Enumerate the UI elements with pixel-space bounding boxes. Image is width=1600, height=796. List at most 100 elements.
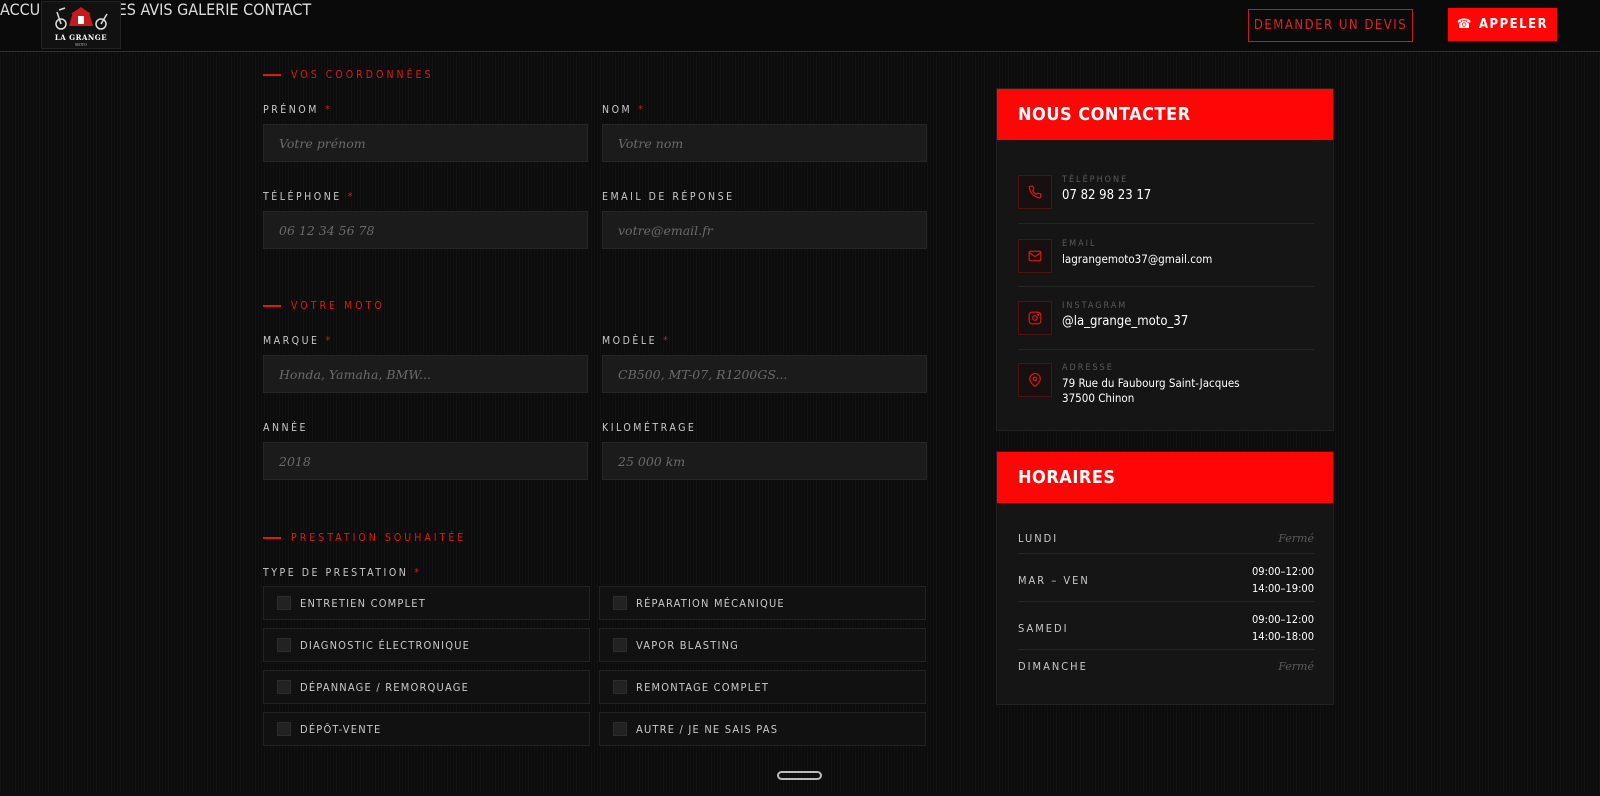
telephone-input[interactable] (263, 211, 588, 249)
instagram-icon (1018, 301, 1052, 335)
contact-instagram-value[interactable]: @la_grange_moto_37 (1062, 314, 1188, 330)
label-annee: ANNÉE (263, 422, 308, 434)
hours-line: 14:00–18:00 (1252, 630, 1314, 643)
contact-email-value[interactable]: lagrangemoto37@gmail.com (1062, 252, 1212, 267)
option-label: DIAGNOSTIC ÉLECTRONIQUE (300, 638, 471, 652)
contact-label: INSTAGRAM (1062, 301, 1128, 311)
kilometrage-input[interactable] (602, 442, 927, 480)
mail-icon (1018, 239, 1052, 273)
nom-input[interactable] (602, 124, 927, 162)
option-diagnostic-electronique[interactable]: DIAGNOSTIC ÉLECTRONIQUE (263, 628, 590, 662)
section-dash (263, 537, 281, 539)
label-nom: NOM * (602, 104, 645, 116)
checkbox[interactable] (277, 680, 291, 694)
section-title-text: PRESTATION SOUHAITÉE (291, 532, 467, 544)
hours-row-samedi: SAMEDI 09:00–12:00 14:00–18:00 (1018, 611, 1314, 645)
label-text: PRÉNOM (263, 104, 319, 116)
hours-line: 09:00–12:00 (1252, 565, 1314, 578)
section-title-text: VOS COORDONNÉES (291, 69, 434, 81)
option-depannage[interactable]: DÉPANNAGE / REMORQUAGE (263, 670, 590, 704)
checkbox[interactable] (613, 596, 627, 610)
hours-row-mar-ven: MAR – VEN 09:00–12:00 14:00–19:00 (1018, 563, 1314, 597)
annee-input[interactable] (263, 442, 588, 480)
option-label: RÉPARATION MÉCANIQUE (636, 596, 785, 610)
scroll-handle[interactable] (777, 771, 822, 780)
logo-motorcycle-icon (55, 6, 108, 30)
section-dash (263, 74, 281, 76)
option-autre[interactable]: AUTRE / JE NE SAIS PAS (599, 712, 926, 746)
option-vapor-blasting[interactable]: VAPOR BLASTING (599, 628, 926, 662)
label-telephone: TÉLÉPHONE * (263, 191, 355, 203)
contact-adresse-line2: 37500 Chinon (1062, 391, 1135, 405)
label-text: TÉLÉPHONE (263, 191, 342, 203)
section-title-prestation: PRESTATION SOUHAITÉE (263, 532, 466, 544)
contact-label: EMAIL (1062, 239, 1097, 249)
required-marker: * (325, 335, 333, 347)
top-navigation-bar: LA GRANGE MOTO ACCUEIL SERVICES AVIS GAL… (0, 0, 1600, 52)
prenom-input[interactable] (263, 124, 588, 162)
modele-input[interactable] (602, 355, 927, 393)
site-logo[interactable]: LA GRANGE MOTO (41, 1, 121, 49)
contact-label: ADRESSE (1062, 363, 1114, 373)
hours-value: 09:00–12:00 14:00–18:00 (1252, 611, 1314, 645)
label-text: KILOMÉTRAGE (602, 422, 697, 434)
option-label: VAPOR BLASTING (636, 638, 740, 652)
nav-contact[interactable]: CONTACT (243, 0, 311, 19)
divider (1018, 601, 1314, 602)
phone-icon: ☎ (1456, 17, 1473, 32)
contact-telephone-value[interactable]: 07 82 98 23 17 (1062, 188, 1151, 204)
contact-instagram[interactable]: INSTAGRAM @la_grange_moto_37 (1018, 301, 1314, 335)
label-email: EMAIL DE RÉPONSE (602, 191, 735, 203)
required-marker: * (324, 104, 333, 116)
required-marker: * (663, 335, 671, 347)
hours-value: Fermé (1278, 660, 1314, 673)
hours-value: Fermé (1278, 532, 1314, 545)
checkbox[interactable] (613, 638, 627, 652)
label-modele: MODÈLE * (602, 335, 670, 347)
checkbox[interactable] (277, 596, 291, 610)
request-quote-button[interactable]: DEMANDER UN DEVIS (1248, 9, 1413, 42)
required-marker: * (414, 567, 422, 579)
hours-card: HORAIRES LUNDI Fermé MAR – VEN 09:00–12:… (996, 451, 1334, 705)
label-kilometrage: KILOMÉTRAGE (602, 422, 696, 434)
contact-adresse-line1: 79 Rue du Faubourg Saint-Jacques (1062, 376, 1240, 390)
option-label: REMONTAGE COMPLET (636, 680, 770, 694)
contact-card: NOUS CONTACTER TÉLÉPHONE 07 82 98 23 17 … (996, 88, 1334, 431)
checkbox[interactable] (613, 722, 627, 736)
option-depot-vente[interactable]: DÉPÔT-VENTE (263, 712, 590, 746)
nav-galerie[interactable]: GALERIE (177, 0, 238, 19)
section-title-coordonnees: VOS COORDONNÉES (263, 69, 434, 81)
checkbox[interactable] (277, 638, 291, 652)
divider (1018, 553, 1314, 554)
option-label: AUTRE / JE NE SAIS PAS (636, 722, 779, 736)
contact-label: TÉLÉPHONE (1062, 175, 1129, 185)
call-button-label: APPELER (1478, 17, 1549, 32)
option-reparation-mecanique[interactable]: RÉPARATION MÉCANIQUE (599, 586, 926, 620)
contact-telephone[interactable]: TÉLÉPHONE 07 82 98 23 17 (1018, 175, 1314, 209)
contact-email[interactable]: EMAIL lagrangemoto37@gmail.com (1018, 239, 1314, 273)
nav-avis[interactable]: AVIS (140, 0, 172, 19)
checkbox[interactable] (613, 680, 627, 694)
contact-adresse[interactable]: ADRESSE 79 Rue du Faubourg Saint-Jacques… (1018, 363, 1314, 406)
hours-day: LUNDI (1018, 532, 1059, 545)
checkbox[interactable] (277, 722, 291, 736)
label-text: MODÈLE (602, 335, 658, 347)
option-remontage-complet[interactable]: REMONTAGE COMPLET (599, 670, 926, 704)
option-entretien-complet[interactable]: ENTRETIEN COMPLET (263, 586, 590, 620)
location-pin-icon (1018, 363, 1052, 397)
option-label: ENTRETIEN COMPLET (300, 596, 426, 610)
section-title-text: VOTRE MOTO (291, 300, 385, 312)
hours-line: 14:00–19:00 (1252, 582, 1314, 595)
label-type-prestation: TYPE DE PRESTATION * (263, 567, 422, 579)
marque-input[interactable] (263, 355, 588, 393)
section-title-moto: VOTRE MOTO (263, 300, 385, 312)
label-text: MARQUE (263, 335, 320, 347)
hours-card-title: HORAIRES (997, 452, 1333, 503)
label-text: EMAIL DE RÉPONSE (602, 191, 735, 203)
call-button[interactable]: ☎ APPELER (1448, 8, 1557, 41)
hours-day: SAMEDI (1018, 621, 1069, 635)
required-marker: * (638, 104, 646, 116)
email-input[interactable] (602, 211, 927, 249)
hours-row-dimanche: DIMANCHE Fermé (1018, 658, 1314, 675)
hours-value: 09:00–12:00 14:00–19:00 (1252, 563, 1314, 597)
